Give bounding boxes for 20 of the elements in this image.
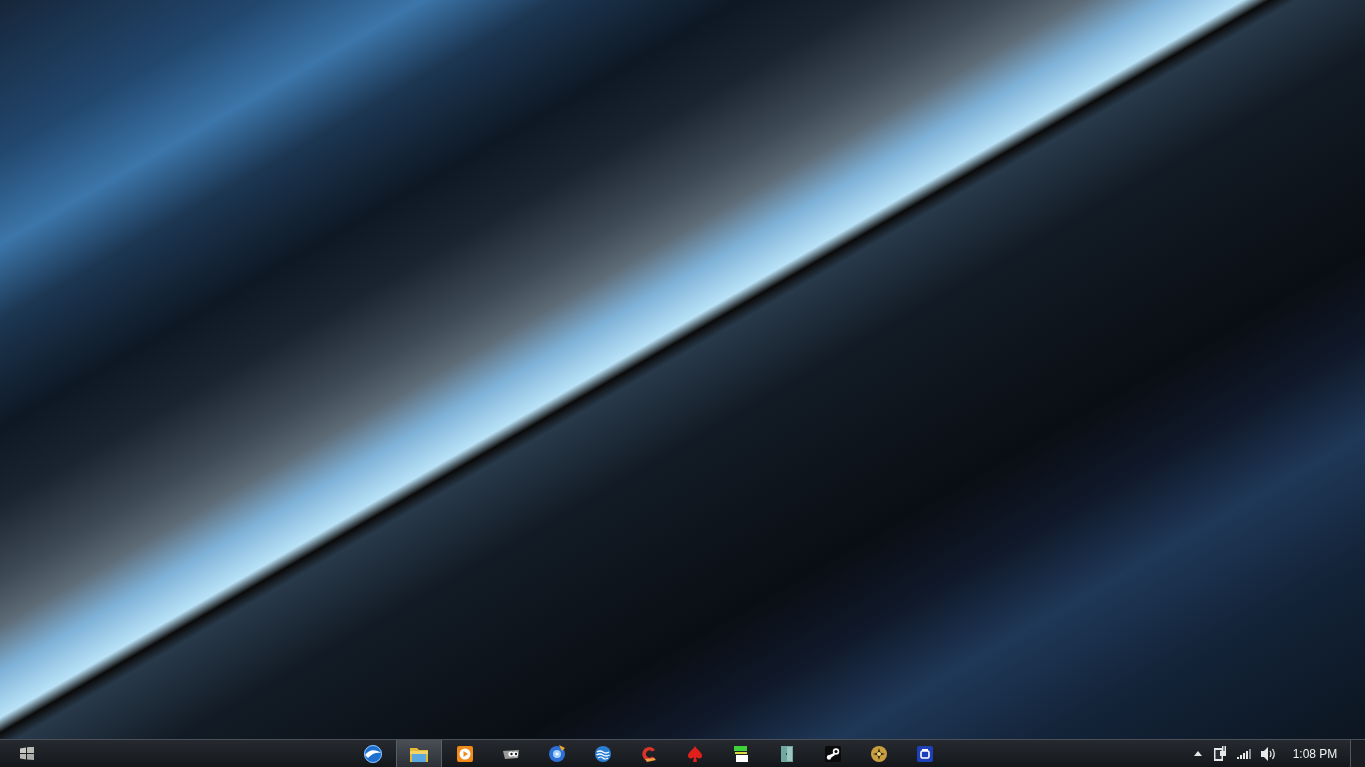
speaker-icon bbox=[1260, 746, 1276, 761]
c-logo-icon bbox=[641, 745, 657, 762]
taskbar-app-button[interactable] bbox=[396, 740, 442, 767]
clock[interactable]: 1:08 PM bbox=[1280, 740, 1350, 767]
play-icon bbox=[457, 745, 473, 762]
mask-icon bbox=[503, 747, 519, 760]
audio-cutter-icon bbox=[732, 745, 750, 762]
sphere-icon bbox=[364, 744, 382, 763]
piston-logo-icon bbox=[825, 745, 841, 762]
window-icon bbox=[917, 745, 933, 762]
windows-logo-icon bbox=[20, 747, 34, 760]
folder-icon bbox=[410, 745, 428, 762]
spade-icon bbox=[688, 745, 702, 762]
signal-bars-icon bbox=[1237, 748, 1251, 759]
radial-logo-icon bbox=[871, 745, 887, 762]
door-icon bbox=[781, 745, 793, 762]
up-arrow-icon bbox=[1194, 751, 1202, 756]
wavy-globe-icon bbox=[595, 745, 611, 762]
disc-icon bbox=[549, 745, 565, 762]
power-plug-icon bbox=[1214, 746, 1226, 761]
